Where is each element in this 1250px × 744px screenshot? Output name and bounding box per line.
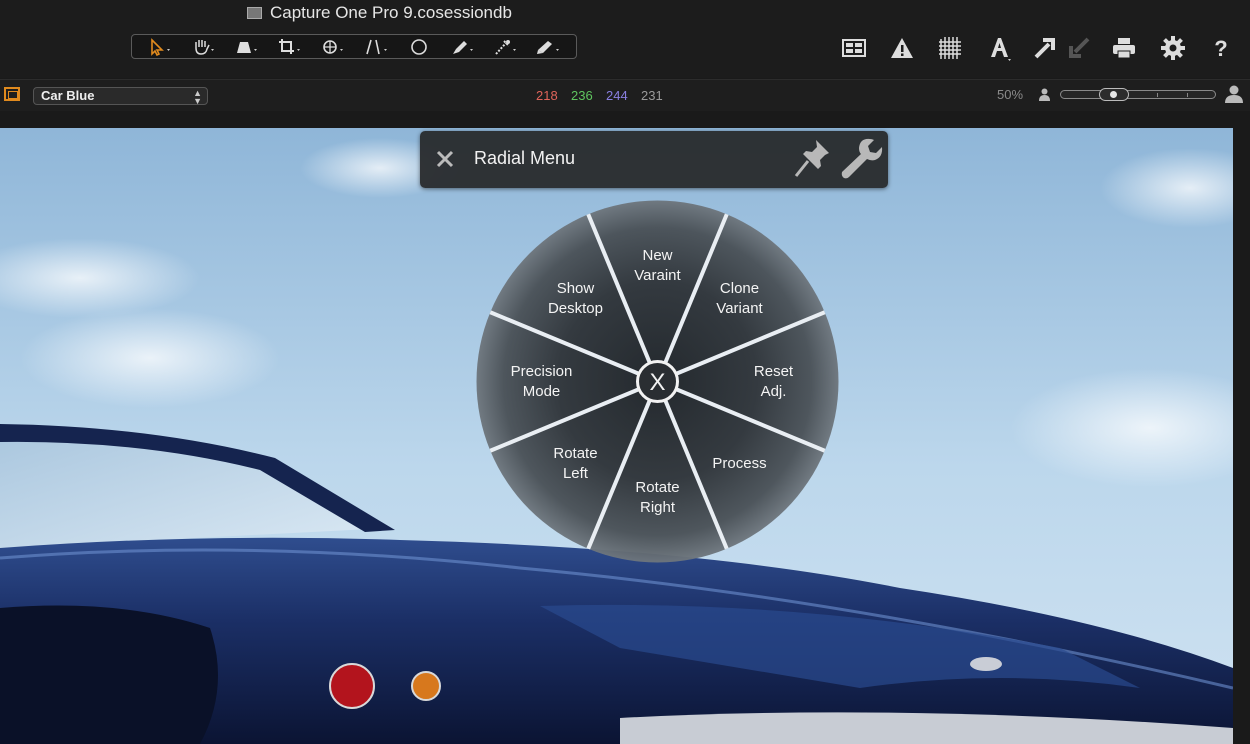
rgb-readout-green: 236 — [571, 88, 593, 103]
radial-item-reset-adj[interactable] — [739, 357, 809, 407]
radial-close-center-button[interactable] — [636, 360, 679, 403]
wrench-icon[interactable] — [838, 136, 884, 182]
radial-item-process[interactable] — [705, 439, 775, 489]
print-icon[interactable] — [1108, 33, 1140, 63]
picker-tool-icon[interactable] — [488, 36, 522, 58]
person-large-icon — [1225, 85, 1243, 103]
copy-adjustments-icon[interactable] — [1030, 33, 1062, 63]
viewer-mode-icon[interactable] — [4, 87, 20, 101]
loupe-tool-icon[interactable] — [229, 36, 263, 58]
radial-item-precision-mode[interactable] — [507, 357, 577, 407]
radial-menu-wheel: X New Varaint Clone Variant Reset Adj. Proc… — [476, 200, 839, 563]
apply-adjustments-icon[interactable] — [1062, 33, 1094, 63]
radial-item-rotate-right[interactable] — [623, 473, 693, 523]
svg-text:?: ? — [1214, 36, 1227, 61]
preset-select-value: Car Blue — [41, 88, 95, 103]
pin-icon[interactable] — [793, 136, 833, 180]
rgb-readout-blue: 244 — [606, 88, 628, 103]
overlay-grid-icon[interactable] — [934, 33, 966, 63]
zoom-slider[interactable] — [1060, 88, 1216, 101]
chevron-updown-icon: ▲ ▼ — [193, 88, 202, 106]
rgb-readout-luminance: 231 — [641, 88, 663, 103]
annotate-tool-icon[interactable] — [531, 36, 565, 58]
cursor-tools-group — [131, 34, 577, 59]
person-small-icon — [1039, 88, 1050, 101]
preset-select[interactable]: Car Blue ▲ ▼ — [33, 87, 208, 106]
right-toolbar: ? — [836, 33, 1236, 63]
rgb-readout-red: 218 — [536, 88, 558, 103]
radial-item-rotate-left[interactable] — [540, 439, 610, 489]
exposure-warning-icon[interactable] — [886, 33, 918, 63]
grid-view-icon[interactable] — [838, 33, 870, 63]
zoom-level: 50% — [997, 87, 1024, 102]
help-icon[interactable]: ? — [1205, 33, 1237, 63]
crop-tool-icon[interactable] — [272, 36, 306, 58]
draw-mask-tool-icon[interactable] — [445, 36, 479, 58]
window-title-text: Capture One Pro 9.cosessiondb — [270, 3, 512, 22]
radial-item-show-desktop[interactable] — [540, 274, 610, 324]
radial-menu-title: Radial Menu — [474, 148, 576, 168]
select-tool-icon[interactable] — [143, 36, 177, 58]
zoom-slider-knob[interactable] — [1098, 88, 1129, 101]
radial-item-new-variant[interactable] — [623, 241, 693, 291]
settings-icon[interactable] — [1157, 33, 1189, 63]
keystone-tool-icon[interactable] — [359, 36, 393, 58]
spot-removal-tool-icon[interactable] — [402, 36, 436, 58]
slider-tick — [1187, 93, 1188, 97]
slider-tick — [1157, 93, 1158, 97]
text-tool-icon[interactable] — [984, 33, 1016, 63]
radial-item-clone-variant[interactable] — [705, 274, 775, 324]
close-icon[interactable] — [430, 144, 460, 174]
session-file-icon — [247, 7, 262, 19]
pan-tool-icon[interactable] — [186, 36, 220, 58]
top-toolbar: Capture One Pro 9.cosessiondb ? — [0, 0, 1250, 78]
rotate-tool-icon[interactable] — [315, 36, 349, 58]
viewer-toolbar: Car Blue ▲ ▼ 218 236 244 231 50% — [0, 79, 1250, 112]
window-title: Capture One Pro 9.cosessiondb — [247, 3, 512, 23]
